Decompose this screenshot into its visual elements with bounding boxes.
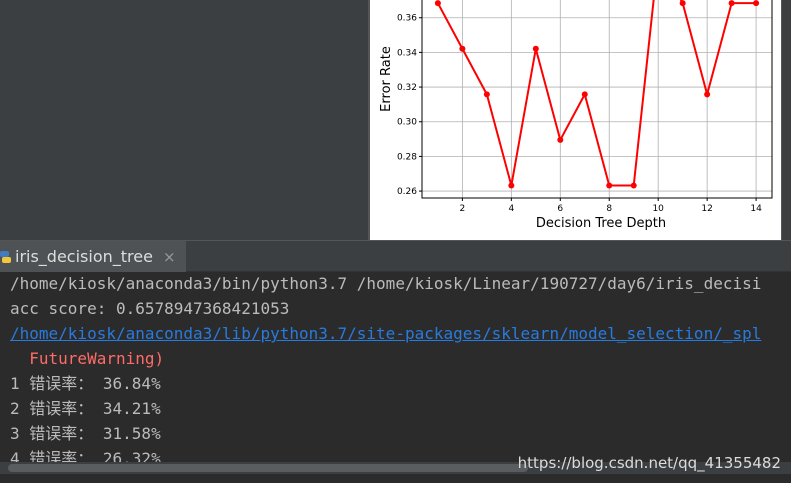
console-line: 3 错误率： 31.58% [10, 424, 161, 443]
y-tick-label: 0.26 [397, 187, 417, 197]
data-point [606, 182, 613, 189]
x-tick-label: 14 [750, 204, 762, 214]
data-point [483, 91, 490, 98]
x-tick-label: 10 [652, 204, 664, 214]
y-axis-label: Error Rate [379, 46, 394, 112]
plot-window: 2 4 6 8 10 12 14 0.26 0.28 0.30 0.32 0.34 0.36 Decisi… [368, 0, 782, 240]
data-point [557, 136, 564, 143]
x-tick-label: 6 [557, 204, 563, 214]
y-tick-label: 0.36 [397, 14, 417, 24]
data-point [630, 182, 637, 189]
y-tick-label: 0.30 [397, 118, 417, 128]
console-line: acc score: 0.6578947368421053 [10, 299, 290, 318]
console-line: 1 错误率： 36.84% [10, 374, 161, 393]
y-tick-label: 0.28 [397, 152, 417, 162]
error-rate-chart: 2 4 6 8 10 12 14 0.26 0.28 0.30 0.32 0.34 0.36 Decisi… [379, 0, 773, 231]
data-point [753, 0, 760, 7]
tab-label: iris_decision_tree [15, 247, 153, 266]
y-tick-label: 0.34 [397, 48, 417, 58]
scrollbar-thumb[interactable] [8, 464, 528, 472]
ide-window: 2 4 6 8 10 12 14 0.26 0.28 0.30 0.32 0.34 0.36 Decisi… [0, 0, 791, 483]
python-icon [0, 248, 11, 266]
run-tab-bar: iris_decision_tree × [0, 240, 791, 272]
data-point [434, 0, 441, 7]
data-point [581, 91, 588, 98]
data-point [728, 0, 735, 7]
scroll-gutter [781, 0, 791, 240]
data-point [704, 91, 711, 98]
x-axis-label: Decision Tree Depth [536, 216, 666, 231]
y-tick-label: 0.32 [397, 83, 417, 93]
console-link[interactable]: /home/kiosk/anaconda3/lib/python3.7/site… [10, 324, 761, 344]
watermark: https://blog.csdn.net/qq_41355482 [517, 454, 781, 472]
data-point [679, 0, 686, 7]
console-line: 2 错误率： 34.21% [10, 399, 161, 418]
tab-iris-decision-tree[interactable]: iris_decision_tree × [0, 241, 186, 272]
run-console[interactable]: /home/kiosk/anaconda3/bin/python3.7 /hom… [0, 272, 791, 483]
console-line: /home/kiosk/anaconda3/bin/python3.7 /hom… [10, 274, 762, 293]
console-line: FutureWarning) [10, 349, 165, 368]
close-icon[interactable]: × [163, 248, 176, 266]
editor-background [0, 0, 370, 240]
x-tick-label: 2 [460, 204, 466, 214]
data-point [532, 45, 539, 52]
x-tick-label: 8 [606, 204, 612, 214]
plot-area-border [421, 0, 773, 199]
data-point [508, 182, 515, 189]
x-tick-label: 12 [701, 204, 712, 214]
data-point [459, 45, 466, 52]
x-tick-label: 4 [508, 204, 514, 214]
